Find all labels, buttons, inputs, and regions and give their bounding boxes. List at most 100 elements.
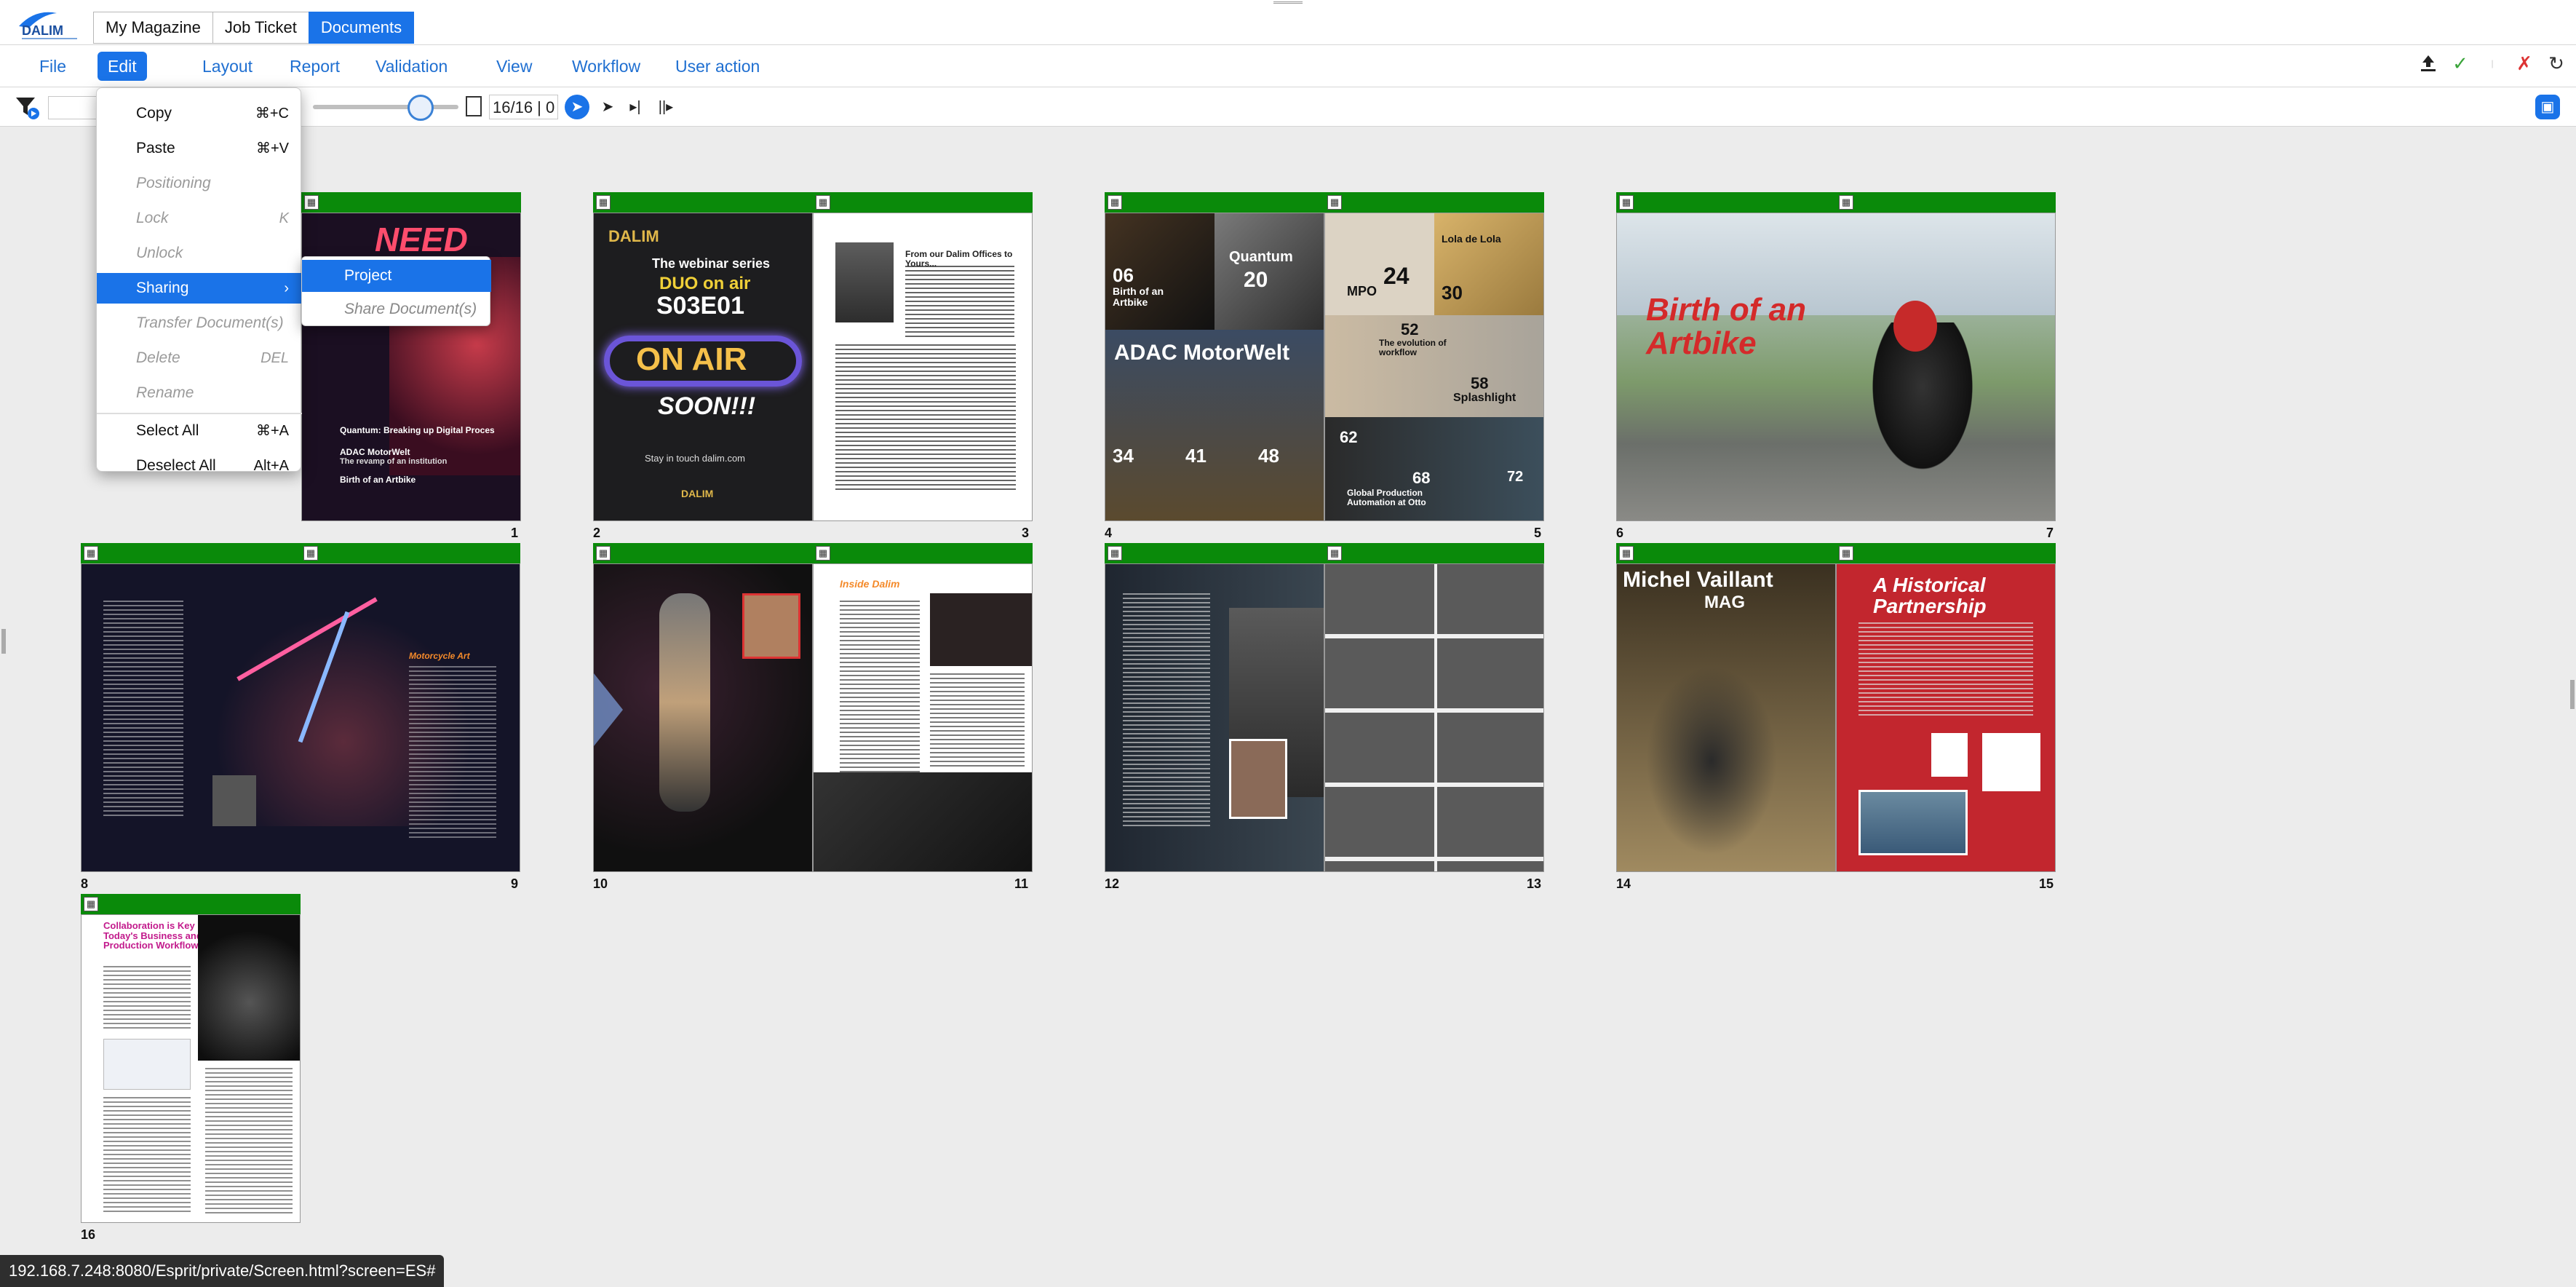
menu-item-paste[interactable]: Paste ⌘+V: [97, 133, 302, 164]
upload-icon[interactable]: [2417, 52, 2439, 74]
page-9-title: Motorcycle Art: [409, 651, 470, 661]
page-2-thumbnail[interactable]: DALIM The webinar series DUO on air S03E…: [593, 213, 813, 521]
action-icons: ✓ | ✗ ↻: [2417, 52, 2567, 74]
page-5-splashlight: Splashlight: [1453, 392, 1516, 404]
menu-item-rename: Rename: [136, 384, 194, 401]
page-5-num-62: 62: [1340, 428, 1358, 446]
page-14-michel: Michel Vaillant: [1623, 568, 1773, 592]
menu-item-positioning: Positioning: [136, 175, 211, 191]
page-lock-icon: ▦: [596, 195, 611, 210]
page-13-thumbnail[interactable]: [1324, 563, 1544, 872]
menu-user-action[interactable]: User action: [665, 52, 770, 81]
page-1-line-3: The revamp of an institution: [340, 457, 448, 466]
menu-workflow[interactable]: Workflow: [562, 52, 651, 81]
menu-layout[interactable]: Layout: [192, 52, 263, 81]
page-5-num-58: 58: [1471, 374, 1489, 392]
page-15-thumbnail[interactable]: A Historical Partnership: [1836, 563, 2056, 872]
window-grip[interactable]: [1273, 0, 1303, 4]
reject-x-icon[interactable]: ✗: [2513, 52, 2535, 74]
page-5-num-68: 68: [1412, 469, 1431, 487]
page-4-thumbnail[interactable]: 06 Birth of an Artbike Quantum 20 ADAC M…: [1105, 213, 1324, 521]
page-lock-icon: ▦: [816, 546, 830, 561]
approve-check-icon[interactable]: ✓: [2449, 52, 2471, 74]
double-bar-pointer-icon[interactable]: ||▸: [653, 95, 678, 119]
page-lock-icon: ▦: [816, 195, 830, 210]
page-4-quantum: Quantum: [1229, 249, 1293, 265]
page-5-num-52: 52: [1401, 320, 1419, 338]
page-lock-icon: ▦: [1839, 546, 1853, 561]
page-lock-icon: ▦: [84, 546, 98, 561]
tab-my-magazine[interactable]: My Magazine: [93, 12, 213, 44]
menu-file[interactable]: File: [29, 52, 76, 81]
page-5-global: Global Production Automation at Otto: [1347, 488, 1426, 507]
page-number: 9: [511, 876, 519, 891]
submenu-item-project[interactable]: Project: [302, 260, 491, 292]
menu-item-deselect-all[interactable]: Deselect All Alt+A: [97, 451, 302, 481]
page-11-thumbnail[interactable]: Inside Dalim: [813, 563, 1033, 872]
page-14-mag: MAG: [1704, 593, 1745, 612]
top-bar: DALIM My Magazine Job Ticket Documents: [0, 0, 2576, 45]
edit-dropdown-menu: Copy ⌘+C Paste ⌘+V Positioning Lock K Unloc…: [96, 87, 302, 474]
page-5-num-72: 72: [1507, 469, 1524, 485]
page-2-stay: Stay in touch dalim.com: [645, 453, 746, 464]
left-scroll-handle[interactable]: [1, 629, 6, 654]
page-1-line-4: Birth of an Artbike: [340, 475, 416, 485]
page-5-evolution: The evolution of workflow: [1379, 338, 1447, 357]
menu-report[interactable]: Report: [279, 52, 350, 81]
menu-item-copy[interactable]: Copy ⌘+C: [97, 98, 302, 129]
zoom-slider-track[interactable]: [313, 105, 458, 109]
page-number: 2: [593, 526, 601, 540]
page-3-thumbnail[interactable]: From our Dalim Offices to Yours...: [813, 213, 1033, 521]
page-6-7-thumbnail[interactable]: Birth of an Artbike: [1616, 213, 2056, 521]
tab-documents[interactable]: Documents: [308, 12, 415, 44]
page-4-num-20: 20: [1244, 268, 1268, 292]
page-4-num-34: 34: [1113, 445, 1134, 467]
filter-icon[interactable]: [13, 93, 42, 121]
preview-image-icon[interactable]: ▣: [2535, 95, 2560, 119]
page-lock-icon: ▦: [1108, 195, 1122, 210]
page-2-footer-logo: DALIM: [681, 488, 714, 499]
page-12-thumbnail[interactable]: [1105, 563, 1324, 872]
page-8-9-thumbnail[interactable]: Motorcycle Art: [81, 563, 520, 872]
svg-text:DALIM: DALIM: [22, 23, 63, 38]
select-pointer-icon[interactable]: ➤: [565, 95, 589, 119]
page-5-lola: Lola de Lola: [1442, 233, 1501, 245]
refresh-icon[interactable]: ↻: [2545, 52, 2567, 74]
pointer-bar-icon[interactable]: ▸|: [623, 95, 648, 119]
menu-edit[interactable]: Edit: [98, 52, 147, 81]
page-6-title: Birth of an Artbike: [1646, 292, 1806, 362]
page-14-thumbnail[interactable]: Michel Vaillant MAG: [1616, 563, 1836, 872]
page-lock-icon: ▦: [1839, 195, 1853, 210]
page-2-episode: S03E01: [656, 292, 744, 320]
page-number: 16: [81, 1227, 96, 1242]
menu-view[interactable]: View: [486, 52, 542, 81]
page-16-status-bar: ▦: [81, 894, 301, 914]
dalim-logo: DALIM: [13, 6, 86, 42]
page-number: 12: [1105, 876, 1120, 891]
page-5-num-30: 30: [1442, 282, 1463, 304]
page-1-line-1: Quantum: Breaking up Digital Proces: [340, 425, 495, 435]
right-scroll-handle[interactable]: [2570, 680, 2575, 709]
menu-item-select-all[interactable]: Select All ⌘+A: [97, 416, 302, 446]
page-number: 6: [1616, 526, 1624, 540]
page-number: 15: [2039, 876, 2054, 891]
page-4-num-48: 48: [1258, 445, 1279, 467]
page-number: 8: [81, 876, 89, 891]
pointer-icon[interactable]: ➤: [595, 95, 620, 119]
page-15-title: A Historical Partnership: [1873, 574, 1987, 618]
page-10-thumbnail[interactable]: [593, 563, 813, 872]
zoom-slider-handle[interactable]: [408, 95, 434, 121]
spread-4-5-status-bar: ▦ ▦: [1105, 192, 1544, 213]
page-16-thumbnail[interactable]: Collaboration is Key in Today's Business…: [81, 914, 301, 1223]
tab-job-ticket[interactable]: Job Ticket: [212, 12, 309, 44]
menu-item-sharing[interactable]: Sharing ›: [97, 273, 302, 304]
page-5-num-24: 24: [1383, 263, 1410, 289]
page-number: 3: [1022, 526, 1030, 540]
menu-validation[interactable]: Validation: [365, 52, 458, 81]
spread-12-13-status-bar: ▦ ▦: [1105, 543, 1544, 563]
page-1-status-bar: ▦: [301, 192, 521, 213]
page-5-thumbnail[interactable]: 24 MPO Lola de Lola 30 52 The evolution …: [1324, 213, 1544, 521]
filter-input[interactable]: [48, 96, 99, 119]
page-lock-icon: ▦: [1327, 546, 1342, 561]
submenu-item-share-documents: Share Document(s): [344, 301, 477, 317]
